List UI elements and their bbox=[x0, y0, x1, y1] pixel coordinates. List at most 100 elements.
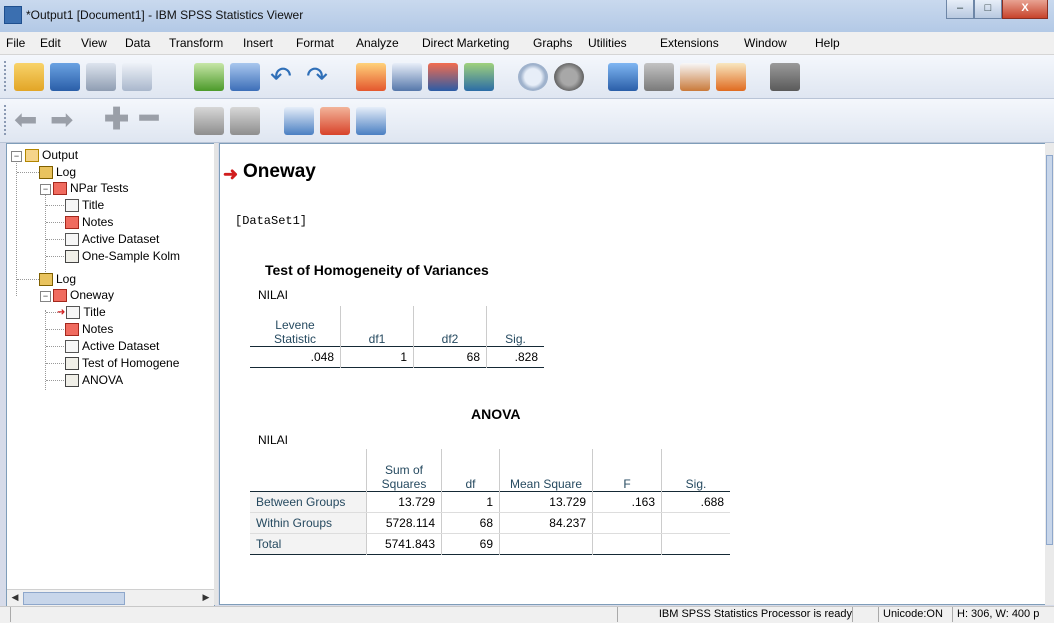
variables-icon[interactable] bbox=[464, 63, 494, 91]
homogeneity-table[interactable]: Levene Statistic df1 df2 Sig. .048 1 68 .… bbox=[250, 306, 544, 368]
header-blank bbox=[250, 449, 367, 492]
tree-line bbox=[17, 172, 39, 173]
scrollbar-thumb[interactable] bbox=[23, 592, 125, 605]
menu-graphs[interactable]: Graphs bbox=[533, 36, 572, 50]
scripting-icon[interactable] bbox=[770, 63, 800, 91]
collapse-output-toggle[interactable]: − bbox=[11, 151, 22, 162]
promote-icon[interactable]: ⬅ bbox=[14, 106, 44, 135]
anova-table-title[interactable]: ANOVA bbox=[471, 406, 521, 422]
run-script-icon[interactable] bbox=[716, 63, 746, 91]
tree-item-title[interactable]: Title bbox=[65, 197, 104, 213]
designate-window-icon[interactable] bbox=[608, 63, 638, 91]
scroll-right-icon[interactable]: ▶ bbox=[199, 591, 213, 604]
toolbar-grip[interactable] bbox=[4, 61, 9, 91]
pane-splitter[interactable] bbox=[214, 143, 218, 605]
scrollbar-thumb[interactable] bbox=[1046, 155, 1053, 545]
maximize-button[interactable]: □ bbox=[974, 0, 1002, 19]
show-icon[interactable] bbox=[194, 107, 224, 135]
row-label-between: Between Groups bbox=[250, 491, 367, 513]
row-label-total: Total bbox=[250, 533, 367, 555]
menu-window[interactable]: Window bbox=[744, 36, 787, 50]
show-all-variables-icon[interactable] bbox=[518, 63, 548, 91]
tree-line bbox=[46, 222, 64, 223]
insert-text-icon[interactable] bbox=[356, 107, 386, 135]
dataset-label[interactable]: [DataSet1] bbox=[235, 214, 307, 228]
outline-toolbar: ⬅ ➡ ✚ ━ bbox=[0, 99, 1054, 143]
cell-total-ms bbox=[499, 533, 593, 555]
insert-heading-icon[interactable] bbox=[284, 107, 314, 135]
menu-edit[interactable]: Edit bbox=[40, 36, 61, 50]
go-to-case-icon[interactable] bbox=[392, 63, 422, 91]
tree-item-npar-tests[interactable]: NPar Tests bbox=[53, 180, 128, 196]
tree-item-one-sample[interactable]: One-Sample Kolm bbox=[65, 248, 180, 264]
tree-item-active-dataset[interactable]: Active Dataset bbox=[65, 231, 159, 247]
cell-levene: .048 bbox=[250, 346, 341, 368]
menu-analyze[interactable]: Analyze bbox=[356, 36, 399, 50]
tree-item-output[interactable]: Output bbox=[25, 147, 78, 163]
hide-icon[interactable] bbox=[230, 107, 260, 135]
save-icon[interactable] bbox=[50, 63, 80, 91]
collapse-oneway-toggle[interactable]: − bbox=[40, 291, 51, 302]
log-icon bbox=[39, 165, 53, 179]
tree-item-active-dataset-2[interactable]: Active Dataset bbox=[65, 338, 159, 354]
go-to-data-icon[interactable] bbox=[356, 63, 386, 91]
tree-item-title-2[interactable]: ➜ Title bbox=[57, 304, 106, 320]
procedure-heading[interactable]: Oneway bbox=[243, 161, 316, 183]
output-navigator: − Output Log − NPar Tests Title Notes Ac… bbox=[6, 143, 215, 607]
use-variable-sets-icon[interactable] bbox=[554, 63, 584, 91]
tree-item-log[interactable]: Log bbox=[39, 164, 76, 180]
print-icon[interactable] bbox=[86, 63, 116, 91]
menu-data[interactable]: Data bbox=[125, 36, 150, 50]
collapse-icon[interactable]: ━ bbox=[140, 104, 170, 135]
minimize-button[interactable]: – bbox=[946, 0, 974, 19]
active-dataset-icon bbox=[65, 339, 79, 353]
tree-item-oneway[interactable]: Oneway bbox=[53, 287, 114, 303]
close-button[interactable]: X bbox=[1002, 0, 1048, 19]
expand-icon[interactable]: ✚ bbox=[104, 105, 134, 135]
tree-item-test-homogeneity[interactable]: Test of Homogene bbox=[65, 355, 179, 371]
menu-help[interactable]: Help bbox=[815, 36, 840, 50]
anova-table[interactable]: Sum of Squares df Mean Square F Sig. Betw… bbox=[250, 449, 730, 555]
insert-title-icon[interactable] bbox=[320, 107, 350, 135]
cell-sig: .828 bbox=[514, 350, 538, 364]
print-preview-icon[interactable] bbox=[122, 63, 152, 91]
collapse-npar-toggle[interactable]: − bbox=[40, 184, 51, 195]
demote-icon[interactable]: ➡ bbox=[50, 106, 80, 135]
menu-extensions[interactable]: Extensions bbox=[660, 36, 719, 50]
menu-format[interactable]: Format bbox=[296, 36, 334, 50]
tree-item-notes[interactable]: Notes bbox=[65, 214, 113, 230]
edit-icon[interactable] bbox=[680, 63, 710, 91]
active-dataset-icon bbox=[65, 232, 79, 246]
menu-view[interactable]: View bbox=[81, 36, 107, 50]
menu-transform[interactable]: Transform bbox=[169, 36, 223, 50]
header-sum-of-squares: Sum of Squares bbox=[366, 449, 442, 492]
menu-file[interactable]: File bbox=[6, 36, 25, 50]
menu-insert[interactable]: Insert bbox=[243, 36, 273, 50]
tree-item-log-2[interactable]: Log bbox=[39, 271, 76, 287]
menu-direct-marketing[interactable]: Direct Marketing bbox=[422, 36, 509, 50]
menu-utilities[interactable]: Utilities bbox=[588, 36, 627, 50]
cell-within-df: 68 bbox=[441, 512, 500, 534]
cell-total-ss: 5741.843 bbox=[366, 533, 442, 555]
tree-item-anova[interactable]: ANOVA bbox=[65, 372, 123, 388]
cell-between-sig: .688 bbox=[661, 491, 730, 513]
spelling-icon[interactable] bbox=[644, 63, 674, 91]
scroll-left-icon[interactable]: ◀ bbox=[8, 591, 22, 604]
main-toolbar: ↶ ↷ bbox=[0, 55, 1054, 99]
header-df2: df2 bbox=[413, 306, 487, 347]
recall-dialog-icon[interactable] bbox=[230, 63, 260, 91]
homogeneity-table-title[interactable]: Test of Homogeneity of Variances bbox=[265, 262, 489, 278]
tree-item-notes-2[interactable]: Notes bbox=[65, 321, 113, 337]
export-icon[interactable] bbox=[194, 63, 224, 91]
tree-line bbox=[45, 310, 46, 390]
open-folder-icon[interactable] bbox=[14, 63, 44, 91]
navigator-horizontal-scrollbar[interactable]: ◀ ▶ bbox=[7, 589, 214, 606]
insert-cases-icon[interactable] bbox=[428, 63, 458, 91]
cell-total-sig bbox=[662, 534, 731, 555]
tree-line bbox=[45, 190, 46, 280]
content-vertical-scrollbar[interactable] bbox=[1045, 143, 1054, 605]
toolbar-grip[interactable] bbox=[4, 105, 9, 135]
cell-total-f bbox=[592, 533, 662, 555]
redo-icon[interactable]: ↷ bbox=[302, 63, 332, 91]
undo-icon[interactable]: ↶ bbox=[266, 63, 296, 91]
